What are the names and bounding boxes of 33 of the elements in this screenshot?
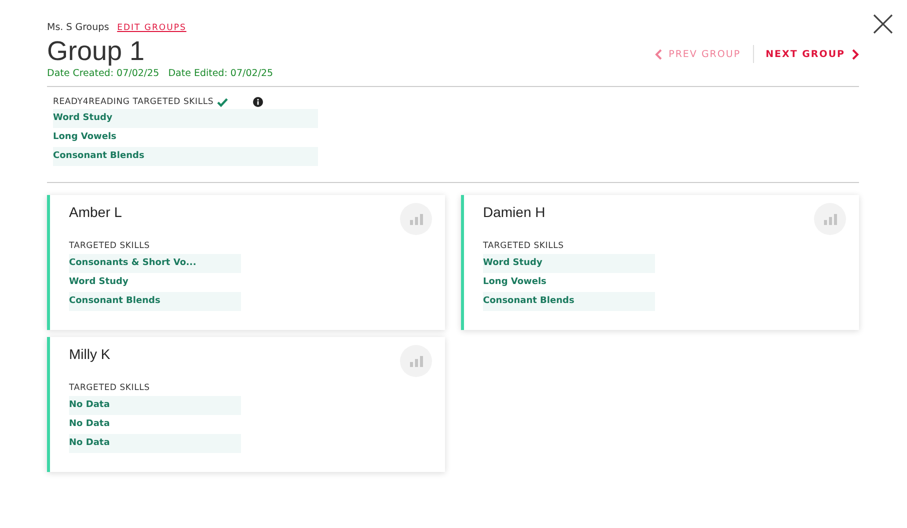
skill-row: No Data (69, 434, 241, 453)
bar-chart-icon[interactable] (400, 203, 432, 235)
skills-heading: TARGETED SKILLS (483, 241, 565, 251)
skill-row: Word Study (483, 254, 655, 273)
skills-heading: TARGETED SKILLS (69, 241, 151, 251)
next-group-button[interactable]: NEXT GROUP (766, 48, 859, 60)
bar-chart-icon[interactable] (400, 345, 432, 377)
skill-row-text: No Data (69, 418, 111, 431)
skill-row: Consonants & Short Vo... (69, 254, 241, 273)
skill-row: Word Study (53, 109, 318, 128)
bar-chart-icon[interactable] (814, 203, 846, 235)
skill-row: Consonant Blends (483, 292, 655, 311)
skill-row-text: Word Study (69, 276, 130, 289)
date-text: Date Created: 07/02/25 (47, 68, 160, 79)
skill-row-text: Long Vowels (483, 276, 548, 289)
student-name: Amber L (69, 204, 122, 220)
skill-row: No Data (69, 396, 241, 415)
skill-row: Consonant Blends (69, 292, 241, 311)
edit-groups-link[interactable]: EDIT GROUPS (117, 23, 186, 33)
chevron-right-icon (852, 48, 859, 60)
group-title: Group 1 (47, 35, 146, 67)
check-icon (216, 98, 228, 106)
close-icon[interactable] (873, 14, 893, 34)
student-name: Milly K (69, 346, 110, 362)
student-name: Damien H (483, 204, 546, 220)
breadcrumb-text: Ms. S Groups (47, 22, 110, 33)
date-text: Date Edited: 07/02/25 (168, 68, 274, 79)
chevron-left-icon (654, 48, 662, 60)
info-icon[interactable] (252, 97, 263, 107)
skills-heading: TARGETED SKILLS (69, 383, 151, 393)
skills-heading: READY4READING TARGETED SKILLS (53, 97, 214, 107)
skill-row-text: Long Vowels (53, 131, 118, 144)
skill-row: Consonant Blends (53, 147, 318, 166)
